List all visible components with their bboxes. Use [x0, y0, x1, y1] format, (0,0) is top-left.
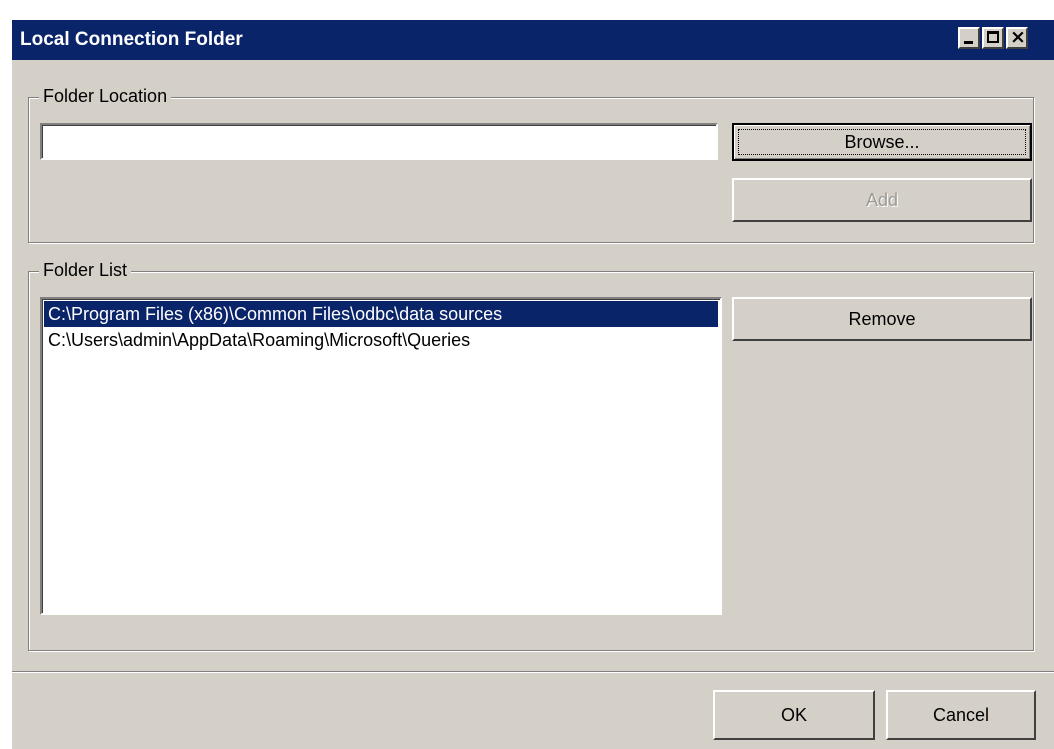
maximize-icon[interactable] [982, 27, 1004, 49]
folder-location-legend: Folder Location [39, 86, 172, 107]
footer-separator [12, 671, 1054, 673]
minimize-icon[interactable] [958, 27, 980, 49]
ok-button-label: OK [780, 704, 807, 725]
list-item[interactable]: C:\Users\admin\AppData\Roaming\Microsoft… [44, 327, 718, 353]
add-button-label: Add [865, 189, 899, 210]
remove-button-label: Remove [848, 308, 916, 329]
browse-button[interactable]: Browse... [732, 123, 1032, 161]
window-title: Local Connection Folder [20, 29, 243, 50]
folder-listbox[interactable]: C:\Program Files (x86)\Common Files\odbc… [40, 297, 722, 615]
list-item[interactable]: C:\Program Files (x86)\Common Files\odbc… [44, 301, 718, 327]
cancel-button[interactable]: Cancel [886, 690, 1036, 740]
cancel-button-label: Cancel [932, 704, 990, 725]
folder-path-input[interactable] [40, 123, 718, 160]
ok-button[interactable]: OK [713, 690, 875, 740]
folder-list-legend: Folder List [39, 260, 132, 281]
remove-button[interactable]: Remove [732, 297, 1032, 341]
close-icon[interactable]: × [1006, 26, 1028, 49]
title-bar[interactable]: Local Connection Folder × [12, 20, 1054, 60]
add-button[interactable]: Add [732, 178, 1032, 222]
dialog-window: Local Connection Folder × Folder Locatio… [10, 18, 1054, 749]
